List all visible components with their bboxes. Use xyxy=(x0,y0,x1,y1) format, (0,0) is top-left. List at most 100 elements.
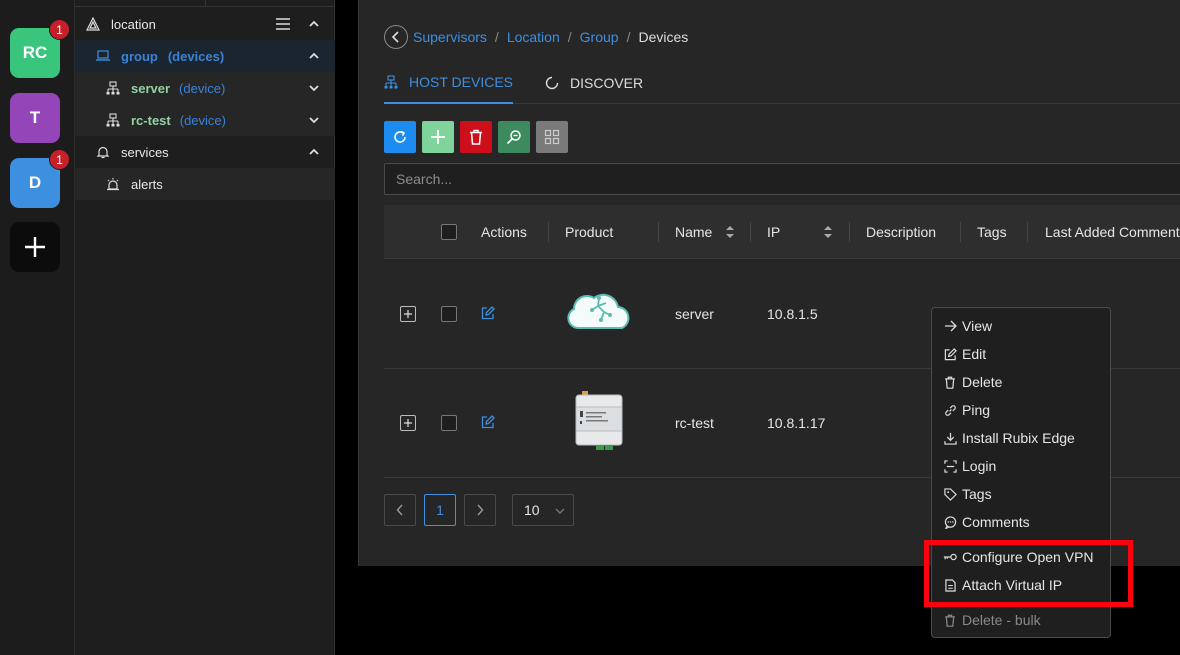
sort-icon[interactable] xyxy=(725,224,735,245)
trash-icon xyxy=(943,375,957,389)
menu-item-view-label: View xyxy=(962,318,993,334)
grid-icon xyxy=(544,129,560,145)
chevron-right-icon xyxy=(477,504,484,516)
row-checkbox[interactable] xyxy=(441,306,457,322)
column-separator xyxy=(960,222,961,242)
next-page-button[interactable] xyxy=(464,494,496,526)
edit-icon[interactable] xyxy=(481,415,495,434)
column-actions: Actions xyxy=(481,224,527,240)
bell-icon xyxy=(95,144,111,160)
column-tags: Tags xyxy=(977,224,1007,240)
breadcrumb-separator: / xyxy=(567,29,572,45)
row-name: rc-test xyxy=(675,415,714,431)
breadcrumb-group[interactable]: Group xyxy=(580,29,619,45)
app-t-label: T xyxy=(29,108,41,127)
din-rail-controller-image xyxy=(574,391,624,456)
row-ip: 10.8.1.17 xyxy=(767,415,826,431)
menu-item-install-rubix-edge[interactable]: Install Rubix Edge xyxy=(932,424,1110,452)
select-all-checkbox[interactable] xyxy=(441,224,457,240)
menu-item-delete[interactable]: Delete xyxy=(932,368,1110,396)
chevron-down-icon[interactable] xyxy=(307,113,321,127)
row-name: server xyxy=(675,306,714,322)
tree-item-group[interactable]: group (devices) xyxy=(75,40,335,72)
tree-services-label: services xyxy=(121,144,169,160)
breadcrumb-current: Devices xyxy=(638,29,689,45)
chevron-up-icon[interactable] xyxy=(307,145,321,159)
tab-discover-label: DISCOVER xyxy=(570,75,644,91)
scan-button[interactable] xyxy=(498,121,530,153)
search-input[interactable] xyxy=(384,163,1180,195)
tab-discover[interactable]: DISCOVER xyxy=(545,62,643,104)
column-separator xyxy=(658,222,659,242)
row-ip: 10.8.1.5 xyxy=(767,306,818,322)
sort-icon[interactable] xyxy=(823,224,833,245)
breadcrumb-separator: / xyxy=(494,29,499,45)
refresh-button[interactable] xyxy=(384,121,416,153)
chevron-left-icon xyxy=(391,31,399,43)
app-d-label: D xyxy=(28,173,42,192)
prev-page-button[interactable] xyxy=(384,494,416,526)
delete-button[interactable] xyxy=(460,121,492,153)
edit-icon[interactable] xyxy=(481,306,495,325)
menu-item-view[interactable]: View xyxy=(932,312,1110,340)
column-last-comment: Last Added Comment xyxy=(1045,224,1180,240)
column-ip[interactable]: IP xyxy=(767,205,780,259)
tree-group-label: group xyxy=(121,48,158,64)
grid-button[interactable] xyxy=(536,121,568,153)
page-size-select[interactable]: 10 xyxy=(512,494,574,526)
login-icon xyxy=(943,459,957,473)
breadcrumb-location[interactable]: Location xyxy=(507,29,560,45)
row-checkbox[interactable] xyxy=(441,415,457,431)
trash-icon xyxy=(943,613,957,627)
back-button[interactable] xyxy=(384,25,408,49)
menu-item-tags[interactable]: Tags xyxy=(932,480,1110,508)
chevron-down-icon xyxy=(555,508,565,514)
page-size-value: 10 xyxy=(524,502,540,518)
tab-host-devices[interactable]: HOST DEVICES xyxy=(384,62,513,104)
menu-icon[interactable] xyxy=(275,17,291,34)
tree-alerts-label: alerts xyxy=(131,176,163,192)
breadcrumb-supervisors[interactable]: Supervisors xyxy=(413,29,487,45)
chevron-up-icon[interactable] xyxy=(307,49,321,63)
app-t-button[interactable]: T xyxy=(10,93,60,143)
app-rc-label: RC xyxy=(22,43,48,62)
column-separator xyxy=(849,222,850,242)
column-name[interactable]: Name xyxy=(675,205,712,259)
menu-item-comments[interactable]: Comments xyxy=(932,508,1110,536)
table-header: Actions Product Name IP Description Tags… xyxy=(384,205,1180,259)
add-app-button[interactable] xyxy=(10,222,60,272)
column-separator xyxy=(750,222,751,242)
plus-icon xyxy=(431,130,445,144)
tree-item-rc-test[interactable]: rc-test (device) xyxy=(75,104,335,136)
chevron-down-icon[interactable] xyxy=(307,81,321,95)
column-separator xyxy=(548,222,549,242)
network-icon xyxy=(105,80,121,96)
menu-item-delete-bulk[interactable]: Delete - bulk xyxy=(932,606,1110,634)
alarm-icon xyxy=(105,176,121,192)
tree-item-alerts[interactable]: alerts xyxy=(75,168,335,200)
refresh-icon xyxy=(394,130,406,143)
tree-item-server[interactable]: server (device) xyxy=(75,72,335,104)
tree-server-suffix: (device) xyxy=(179,80,226,96)
breadcrumb: Supervisors / Location / Group / Devices xyxy=(384,25,688,49)
notification-badge: 1 xyxy=(49,19,70,40)
trash-icon xyxy=(470,129,482,145)
highlight-annotation xyxy=(924,540,1133,607)
breadcrumb-separator: / xyxy=(626,29,631,45)
tree-group-suffix: (devices) xyxy=(167,48,225,64)
add-device-button[interactable] xyxy=(422,121,454,153)
expand-row-button[interactable] xyxy=(400,415,416,431)
expand-row-button[interactable] xyxy=(400,306,416,322)
plus-icon xyxy=(404,419,412,427)
chevron-up-icon[interactable] xyxy=(307,17,321,31)
plus-icon xyxy=(404,310,412,318)
menu-item-login[interactable]: Login xyxy=(932,452,1110,480)
app-d-button[interactable]: D 1 xyxy=(10,149,70,208)
tree-item-services[interactable]: services xyxy=(75,136,335,168)
page-button-current[interactable]: 1 xyxy=(424,494,456,526)
menu-item-edit[interactable]: Edit xyxy=(932,340,1110,368)
app-rc-button[interactable]: RC 1 xyxy=(10,19,70,78)
menu-item-ping[interactable]: Ping xyxy=(932,396,1110,424)
tree-item-location[interactable]: location xyxy=(75,8,335,40)
arrow-right-icon xyxy=(943,319,957,333)
